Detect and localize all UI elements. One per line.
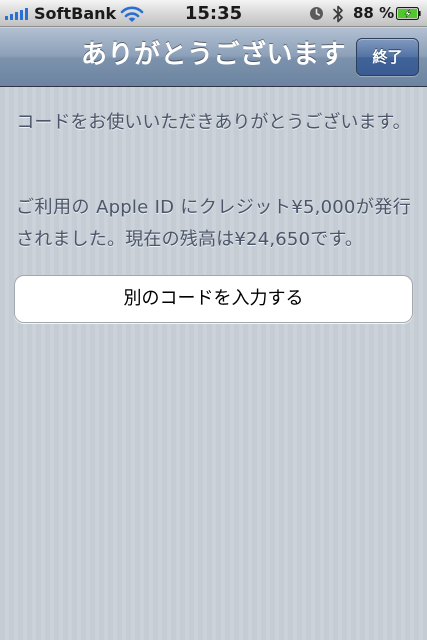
credit-message: ご利用の Apple ID にクレジット¥5,000が発行されました。現在の残高…	[16, 197, 411, 250]
battery-percentage: 88 %	[353, 4, 395, 22]
status-bar: SoftBank 15:35 88 %	[0, 0, 427, 27]
battery-charging-icon	[396, 7, 421, 20]
done-button[interactable]: 終了	[356, 38, 419, 76]
alarm-clock-icon	[310, 7, 323, 20]
bluetooth-icon	[333, 5, 343, 23]
thanks-message: コードをお使いいただきありがとうございます。	[16, 112, 411, 133]
redeem-another-code-button[interactable]: 別のコードを入力する	[14, 275, 413, 323]
navigation-bar: ありがとうございます 終了	[0, 27, 427, 87]
